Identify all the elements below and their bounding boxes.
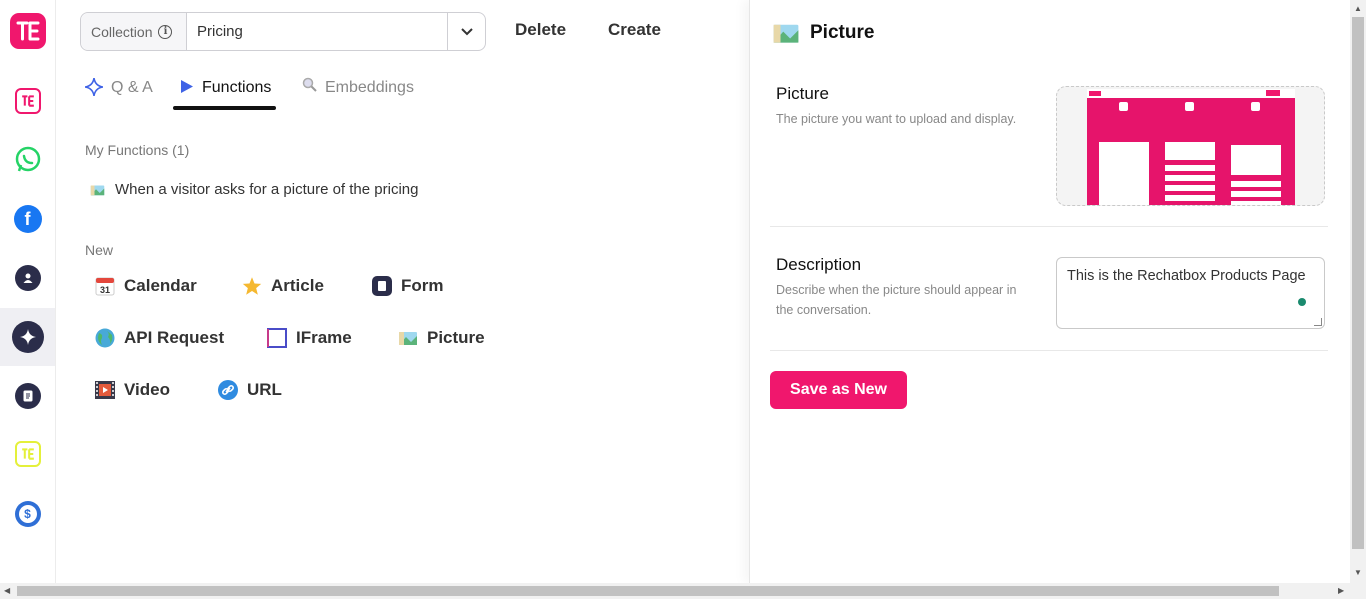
new-picture-button[interactable]: Picture	[398, 328, 485, 348]
new-form-label: Form	[401, 276, 444, 295]
my-functions-heading: My Functions (1)	[85, 142, 190, 158]
vertical-scrollbar[interactable]: ▲ ▼	[1350, 0, 1366, 583]
ai-sparkle-icon	[11, 321, 44, 353]
scroll-right-icon[interactable]: ▶	[1338, 586, 1344, 595]
play-icon	[181, 80, 193, 93]
form-icon	[14, 383, 41, 409]
picture-icon	[773, 24, 799, 43]
rechatbox-yellow-icon	[14, 441, 41, 467]
picture-upload-preview[interactable]	[1056, 86, 1325, 206]
iframe-icon	[267, 328, 287, 348]
description-field-desc: Describe when the picture should appear …	[776, 283, 1017, 317]
new-article-button[interactable]: Article	[242, 276, 324, 296]
billing-icon: $	[14, 501, 41, 527]
horizontal-scroll-thumb[interactable]	[17, 586, 1279, 596]
grammar-status-icon[interactable]	[1298, 298, 1306, 306]
new-url-label: URL	[247, 380, 282, 399]
new-calendar-button[interactable]: 31 Calendar	[95, 276, 197, 296]
new-api-request-label: API Request	[124, 328, 225, 347]
sidebar-item-billing[interactable]: $	[0, 485, 55, 543]
description-textarea[interactable]: This is the Rechatbox Products Page	[1056, 257, 1325, 329]
collection-selector: Collection i Pricing	[80, 12, 486, 51]
form-icon	[372, 276, 392, 296]
rechatbox-icon	[14, 88, 41, 114]
panel-title: Picture	[772, 22, 874, 44]
panel-title-text: Picture	[810, 22, 875, 43]
description-field-title: Description	[776, 255, 862, 274]
create-button[interactable]: Create	[608, 20, 661, 40]
app-window: f $ Collection i Pricing Delete Create Q…	[0, 0, 1366, 599]
search-icon	[302, 77, 317, 92]
resize-handle[interactable]	[1314, 318, 1322, 326]
delete-button[interactable]: Delete	[515, 20, 566, 40]
new-video-button[interactable]: Video	[95, 380, 170, 400]
picture-icon	[90, 185, 105, 195]
scroll-down-icon[interactable]: ▼	[1354, 568, 1362, 577]
new-iframe-button[interactable]: IFrame	[267, 328, 352, 348]
collection-label: Collection i	[81, 13, 187, 50]
info-icon[interactable]: i	[158, 24, 173, 39]
picture-preview-image	[1087, 89, 1295, 205]
sparkle-icon	[85, 78, 103, 96]
new-form-button[interactable]: Form	[372, 276, 444, 296]
sidebar-logo[interactable]	[0, 2, 55, 60]
scroll-up-icon[interactable]: ▲	[1354, 4, 1362, 13]
chevron-down-icon	[460, 27, 473, 35]
tab-functions[interactable]: Functions	[180, 74, 271, 110]
tab-embeddings-label: Embeddings	[325, 79, 414, 96]
save-as-new-button[interactable]: Save as New	[770, 371, 907, 409]
link-icon	[218, 380, 238, 400]
new-heading: New	[85, 242, 114, 258]
tab-qa[interactable]: Q & A	[85, 74, 153, 110]
picture-field-title: Picture	[776, 84, 829, 103]
horizontal-scrollbar[interactable]: ◀ ▶	[0, 583, 1366, 599]
sidebar-item-whatsapp[interactable]	[0, 131, 55, 189]
rechatbox-logo-icon	[9, 13, 46, 49]
collection-label-text: Collection	[91, 23, 153, 40]
tab-functions-label: Functions	[202, 79, 272, 96]
sidebar: f $	[0, 0, 56, 583]
description-value: This is the Rechatbox Products Page	[1067, 268, 1306, 284]
vertical-scroll-thumb[interactable]	[1352, 17, 1364, 549]
contacts-icon	[14, 265, 41, 291]
new-api-request-button[interactable]: API Request	[95, 328, 224, 348]
calendar-icon: 31	[95, 276, 115, 296]
whatsapp-icon	[15, 146, 40, 172]
picture-field-desc: The picture you want to upload and displ…	[776, 112, 1017, 126]
film-icon	[95, 380, 115, 400]
picture-icon	[398, 328, 418, 348]
sidebar-item-chatbox[interactable]	[0, 72, 55, 130]
sidebar-item-contacts[interactable]	[0, 249, 55, 307]
collection-dropdown[interactable]	[447, 13, 485, 50]
new-article-label: Article	[271, 276, 324, 295]
new-video-label: Video	[124, 380, 170, 399]
scroll-left-icon[interactable]: ◀	[4, 586, 10, 595]
new-calendar-label: Calendar	[124, 276, 197, 295]
divider	[770, 350, 1328, 351]
tab-embeddings[interactable]: Embeddings	[302, 74, 414, 110]
new-iframe-label: IFrame	[296, 328, 352, 347]
star-icon	[242, 276, 262, 296]
divider	[770, 226, 1328, 227]
new-picture-label: Picture	[427, 328, 485, 347]
sidebar-item-facebook[interactable]: f	[0, 190, 55, 248]
new-url-button[interactable]: URL	[218, 380, 282, 400]
svg-text:31: 31	[100, 285, 110, 295]
facebook-icon: f	[13, 205, 42, 233]
function-item-label: When a visitor asks for a picture of the…	[115, 181, 419, 198]
active-tab-indicator	[173, 106, 276, 110]
sidebar-item-ai[interactable]	[0, 308, 55, 366]
picture-function-panel: Picture Picture The picture you want to …	[749, 0, 1350, 583]
sidebar-item-widget[interactable]	[0, 425, 55, 483]
sidebar-item-forms[interactable]	[0, 367, 55, 425]
globe-icon	[95, 328, 115, 348]
collection-value: Pricing	[197, 23, 243, 40]
tab-qa-label: Q & A	[111, 79, 153, 96]
function-item[interactable]: When a visitor asks for a picture of the…	[90, 181, 418, 198]
collection-select[interactable]: Pricing	[187, 13, 447, 50]
